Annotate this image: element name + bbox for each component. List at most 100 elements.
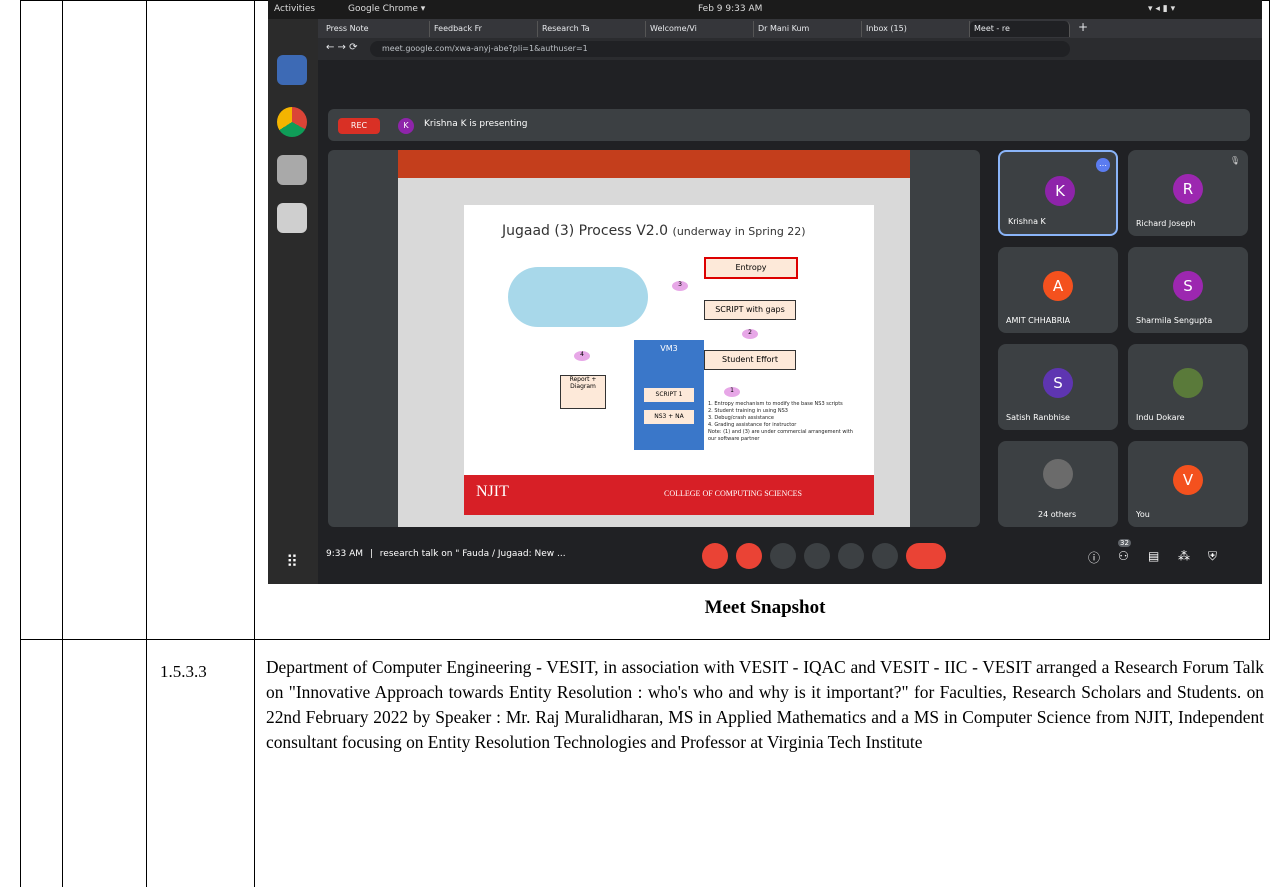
presenting-banner: REC K Krishna K is presenting — [328, 109, 1250, 141]
tab[interactable]: Research Ta — [538, 21, 646, 37]
leave-call-button[interactable] — [906, 543, 946, 569]
event-description: Department of Computer Engineering - VES… — [266, 657, 1264, 752]
participant-tile[interactable]: A AMIT CHHABRIA — [998, 247, 1118, 333]
step-3-badge: 3 — [672, 281, 688, 291]
avatar-photo — [1173, 368, 1203, 398]
participant-name: You — [1136, 510, 1150, 519]
avatar: S — [1173, 271, 1203, 301]
table-border-right — [1269, 0, 1270, 640]
slide-note: 1. Entropy mechanism to modify the base … — [708, 401, 843, 407]
footer-text: COLLEGE OF COMPUTING SCIENCES — [664, 489, 803, 498]
participant-name: Satish Ranbhise — [1006, 413, 1070, 422]
participant-tile[interactable]: V You — [1128, 441, 1248, 527]
url-field[interactable]: meet.google.com/xwa-anyj-abe?pli=1&authu… — [370, 41, 1070, 57]
slide-note: Note: (1) and (3) are under commercial a… — [708, 429, 853, 442]
script1-box: SCRIPT 1 — [644, 388, 694, 402]
camera-off-button[interactable] — [736, 543, 762, 569]
participant-tile[interactable]: R Richard Joseph 🎙 — [1128, 150, 1248, 236]
participant-tile[interactable]: S Sharmila Sengupta — [1128, 247, 1248, 333]
more-options-icon[interactable]: … — [1096, 158, 1110, 172]
browser-window: Press Note Feedback Fr Research Ta Welco… — [318, 19, 1262, 584]
table-row-divider — [20, 639, 1270, 640]
activities-label[interactable]: Activities — [274, 4, 315, 14]
tab-strip: Press Note Feedback Fr Research Ta Welco… — [318, 19, 1262, 38]
slide-title: Jugaad (3) Process V2.0 (underway in Spr… — [502, 223, 806, 239]
presenter-avatar: K — [398, 118, 414, 134]
slide-note: 3. Debug/crash assistance — [708, 415, 775, 421]
info-icon[interactable]: ⓘ — [1088, 549, 1100, 566]
avatar: S — [1043, 368, 1073, 398]
table-column-divider — [62, 0, 63, 887]
presenting-text: Krishna K is presenting — [424, 119, 528, 129]
participant-name: Indu Dokare — [1136, 413, 1185, 422]
slide-note: 4. Grading assistance for instructor — [708, 422, 797, 428]
activities-icon[interactable]: ⁂ — [1178, 549, 1190, 563]
slide-footer: NJIT COLLEGE OF COMPUTING SCIENCES — [464, 475, 874, 515]
participant-name: AMIT CHHABRIA — [1006, 316, 1071, 325]
recording-badge: REC — [338, 118, 380, 134]
figure-caption: Meet Snapshot — [704, 597, 826, 618]
participant-name: Richard Joseph — [1136, 219, 1196, 228]
participant-tile[interactable]: Indu Dokare — [1128, 344, 1248, 430]
ppt-ribbon — [398, 150, 910, 178]
participant-tile[interactable]: 24 others — [998, 441, 1118, 527]
table-column-divider — [146, 0, 147, 887]
slide-notes: 1. Entropy mechanism to modify the base … — [708, 401, 858, 443]
step-2-badge: 2 — [742, 329, 758, 339]
chat-icon[interactable]: ▤ — [1148, 549, 1159, 563]
participant-tile[interactable]: S Satish Ranbhise — [998, 344, 1118, 430]
tab-active[interactable]: Meet - re — [970, 21, 1070, 37]
report-box: Report + Diagram — [560, 375, 606, 409]
tab[interactable]: Feedback Fr — [430, 21, 538, 37]
screenshot-app-icon[interactable] — [277, 55, 307, 85]
shared-powerpoint: Jugaad (3) Process V2.0 (underway in Spr… — [398, 150, 910, 527]
mic-off-button[interactable] — [702, 543, 728, 569]
avatar: R — [1173, 174, 1203, 204]
step-4-badge: 4 — [574, 351, 590, 361]
slide: Jugaad (3) Process V2.0 (underway in Spr… — [464, 205, 874, 515]
app-menu[interactable]: Google Chrome ▾ — [348, 4, 425, 14]
vm-box: VM3 SCRIPT 1 NS3 + NA — [634, 340, 704, 450]
row-number: 1.5.3.3 — [160, 662, 207, 681]
raise-hand-button[interactable] — [804, 543, 830, 569]
tab[interactable]: Dr Mani Kum — [754, 21, 862, 37]
table-column-divider — [254, 0, 255, 887]
address-bar: ← → ⟳ meet.google.com/xwa-anyj-abe?pli=1… — [318, 38, 1262, 60]
show-apps-icon[interactable]: ⠿ — [277, 547, 307, 577]
new-tab-icon[interactable]: + — [1078, 20, 1088, 34]
njit-logo: NJIT — [476, 483, 509, 500]
entropy-box: Entropy — [704, 257, 798, 279]
files-icon[interactable] — [277, 155, 307, 185]
meeting-time: 9:33 AM — [326, 549, 363, 559]
student-effort-box: Student Effort — [704, 350, 796, 370]
nav-arrows-icon[interactable]: ← → ⟳ — [326, 42, 358, 53]
step-1-badge: 1 — [724, 387, 740, 397]
present-button[interactable] — [838, 543, 864, 569]
people-count-badge: 32 — [1118, 539, 1131, 547]
tab[interactable]: Press Note — [322, 21, 430, 37]
dock: ⠿ — [268, 19, 318, 584]
meet-screenshot: Activities Google Chrome ▾ Feb 9 9:33 AM… — [268, 0, 1262, 584]
participant-name: 24 others — [1038, 510, 1077, 519]
tab[interactable]: Inbox (15) — [862, 21, 970, 37]
tab[interactable]: Welcome/Vi — [646, 21, 754, 37]
clock[interactable]: Feb 9 9:33 AM — [698, 4, 762, 14]
participant-name: Krishna K — [1008, 217, 1046, 226]
avatar: V — [1173, 465, 1203, 495]
more-options-button[interactable] — [872, 543, 898, 569]
slide-note: 2. Student training in using NS3 — [708, 408, 788, 414]
meeting-info-bar: 9:33 AM | research talk on " Fauda / Jug… — [326, 549, 566, 559]
system-tray-icons[interactable]: ▾ ◂ ▮ ▾ — [1148, 4, 1175, 14]
participant-name: Sharmila Sengupta — [1136, 316, 1213, 325]
captions-button[interactable] — [770, 543, 796, 569]
participant-tile[interactable]: K Krishna K … — [998, 150, 1118, 236]
network-diagram-image — [508, 267, 648, 327]
host-controls-icon[interactable]: ⛨ — [1208, 549, 1217, 564]
gnome-top-bar: Activities Google Chrome ▾ Feb 9 9:33 AM… — [268, 0, 1262, 19]
chrome-icon[interactable] — [277, 107, 307, 137]
people-icon[interactable]: 32 ⚇ — [1118, 539, 1131, 563]
meeting-separator: | — [369, 549, 373, 559]
table-border-left — [20, 0, 21, 887]
image-viewer-icon[interactable] — [277, 203, 307, 233]
avatar: A — [1043, 271, 1073, 301]
